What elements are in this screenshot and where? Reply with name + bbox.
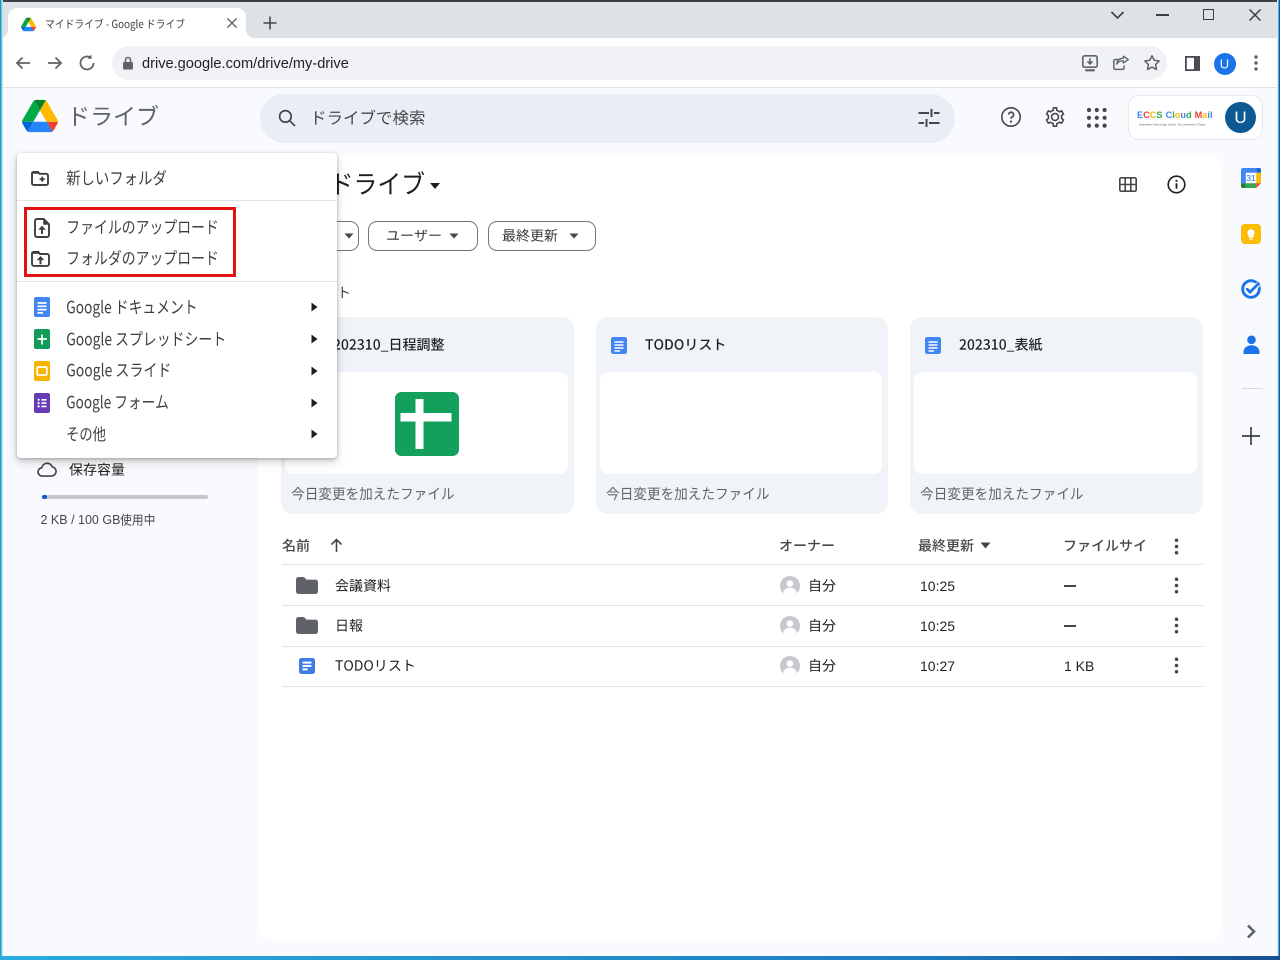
svg-text:31: 31 (1246, 173, 1256, 183)
